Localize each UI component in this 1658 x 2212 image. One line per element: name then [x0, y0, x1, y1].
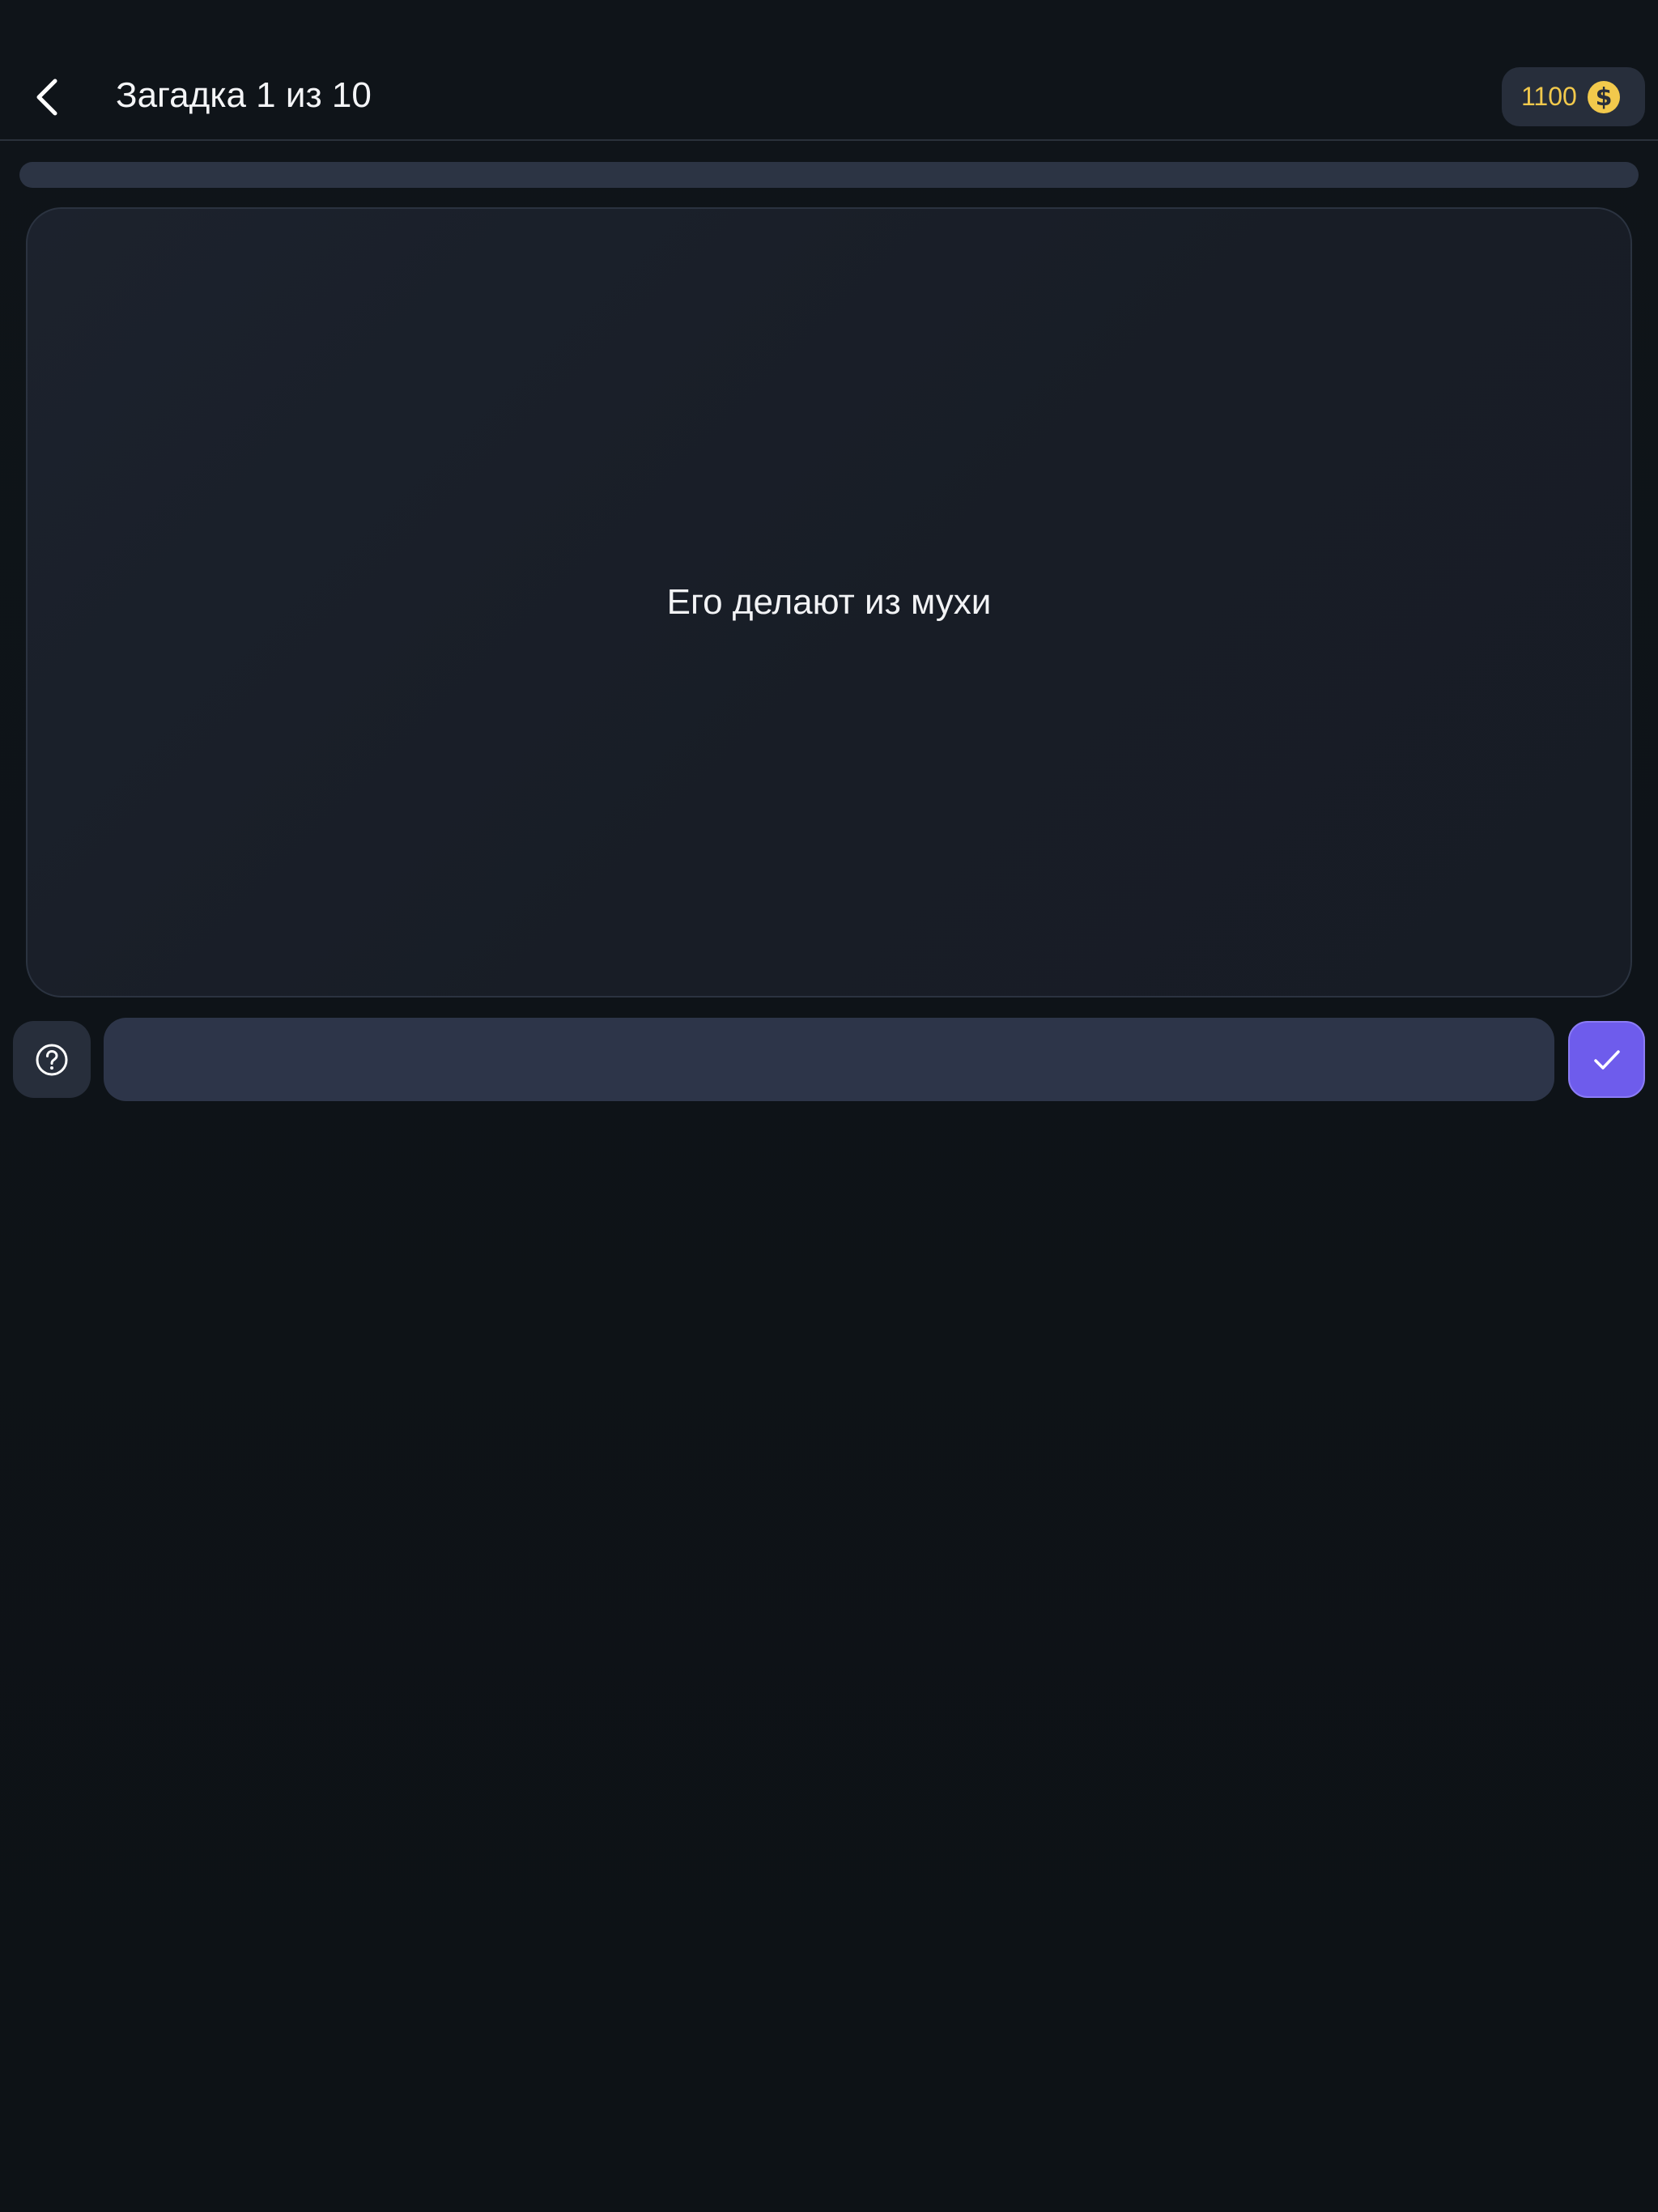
answer-input[interactable]	[104, 1018, 1554, 1101]
back-button[interactable]	[18, 65, 76, 130]
riddle-progress-bar	[19, 162, 1639, 188]
chevron-left-icon	[36, 79, 57, 116]
submit-button[interactable]	[1568, 1021, 1645, 1098]
question-circle-icon	[36, 1044, 68, 1075]
svg-text:$: $	[1595, 83, 1612, 112]
checkmark-icon	[1593, 1049, 1620, 1070]
riddle-card: Его делают из мухи	[26, 207, 1632, 998]
coin-balance[interactable]: 1100 $	[1502, 67, 1645, 126]
header-bar: Загадка 1 из 10 1100 $	[0, 0, 1658, 141]
hint-button[interactable]	[13, 1021, 91, 1098]
coin-count: 1100	[1521, 82, 1577, 111]
riddle-text: Его делают из мухи	[666, 582, 992, 622]
dollar-coin-icon: $	[1587, 80, 1620, 113]
page-title: Загадка 1 из 10	[116, 75, 372, 115]
riddle-screen: Загадка 1 из 10 1100 $ Его делают из мух…	[0, 0, 1658, 2212]
